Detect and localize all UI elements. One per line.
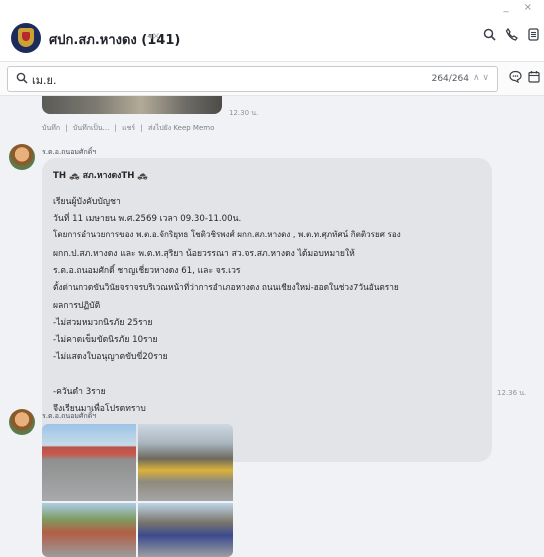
search-box[interactable]: 264/264 ∧ ∨ — [7, 66, 498, 92]
group-avatar[interactable] — [11, 23, 41, 53]
photo-thumbnail[interactable] — [42, 503, 136, 557]
chat-header: _ × ศปก.สภ.หางดง (141) ◂× — [0, 0, 544, 62]
calendar-icon[interactable] — [528, 70, 540, 86]
save-link[interactable]: บันทึก — [42, 124, 60, 132]
photo-thumbnail[interactable] — [42, 424, 136, 501]
message-bubble[interactable]: TH 🚓 สภ.หางดงTH 🚓 เรียนผู้บังคับบัญชา วั… — [42, 158, 492, 462]
message-line: ผลการปฏิบัติ — [53, 301, 101, 311]
speaker-muted-icon: ◂× — [147, 31, 161, 42]
save-as-link[interactable]: บันทึกเป็น... — [73, 124, 109, 132]
chat-title[interactable]: ศปก.สภ.หางดง (141) — [49, 29, 180, 50]
message-line: -ไม่สวมหมวกนิรภัย 25ราย — [53, 318, 153, 328]
chat-bubble-icon[interactable] — [509, 70, 522, 86]
send-to-keep-memo-link[interactable]: ส่งไปยัง Keep Memo — [148, 124, 214, 132]
window-controls[interactable]: _ × — [503, 2, 538, 13]
chat-window: _ × ศปก.สภ.หางดง (141) ◂× 264/264 ∧ ∨ — [0, 0, 544, 557]
message-time: 12.30 น. — [229, 109, 259, 117]
message-line: -ไม่คาดเข็มขัดนิรภัย 10ราย — [53, 335, 158, 345]
message-line: เรียนผู้บังคับบัญชา — [53, 197, 121, 207]
photo-thumbnail[interactable] — [138, 503, 233, 557]
message-line: ร.ต.อ.ถนอมศักดิ์ ชาญเชี่ยวหางดง 61, และ … — [53, 266, 241, 276]
photo-grid[interactable] — [42, 424, 233, 557]
message-line: -ไม่แสดงใบอนุญาตขับขี่20ราย — [53, 352, 168, 362]
menu-icon[interactable] — [525, 28, 541, 44]
sender-name: ร.ต.อ.ถนอมศักดิ์ฯ — [42, 148, 97, 156]
previous-photo-thumbnail[interactable] — [42, 96, 222, 114]
sender-name: ร.ต.อ.ถนอมศักดิ์ฯ — [42, 412, 97, 420]
sender-avatar[interactable] — [9, 144, 35, 170]
message-time: 12.36 น. — [497, 389, 527, 397]
message-line: -ควันดำ 3ราย — [53, 387, 106, 397]
phone-icon[interactable] — [503, 27, 519, 44]
sender-avatar[interactable] — [9, 409, 35, 435]
search-result-count: 264/264 — [431, 74, 469, 84]
photo-action-links: บันทึก | บันทึกเป็น... | แชร์ | ส่งไปยัง… — [42, 124, 215, 132]
message-line: TH 🚓 สภ.หางดงTH 🚓 — [53, 171, 149, 181]
search-input[interactable] — [32, 72, 412, 88]
message-line: วันที่ 11 เมษายน พ.ศ.2569 เวลา 09.30-11.… — [53, 214, 242, 224]
message-line: โดยการอำนวยการของ พ.ต.อ.จักริยุทธ โชติวช… — [53, 229, 401, 239]
photo-thumbnail[interactable] — [138, 424, 233, 501]
share-link[interactable]: แชร์ — [122, 124, 135, 132]
message-line: ผกก.ป.สภ.หางดง และ พ.ต.ท.สุริยา น้อยวรรณ… — [53, 249, 355, 259]
message-line: ตั้งด่านกวดขันวินัยจราจรบริเวณหน้าที่ว่า… — [53, 282, 399, 292]
message-search-bar: 264/264 ∧ ∨ — [0, 62, 544, 96]
police-badge-icon — [18, 28, 34, 47]
search-icon — [16, 72, 28, 87]
search-icon[interactable] — [481, 28, 497, 44]
chat-message-list[interactable]: 12.30 น. บันทึก | บันทึกเป็น... | แชร์ |… — [0, 96, 544, 557]
search-nav-arrows[interactable]: ∧ ∨ — [473, 73, 489, 83]
